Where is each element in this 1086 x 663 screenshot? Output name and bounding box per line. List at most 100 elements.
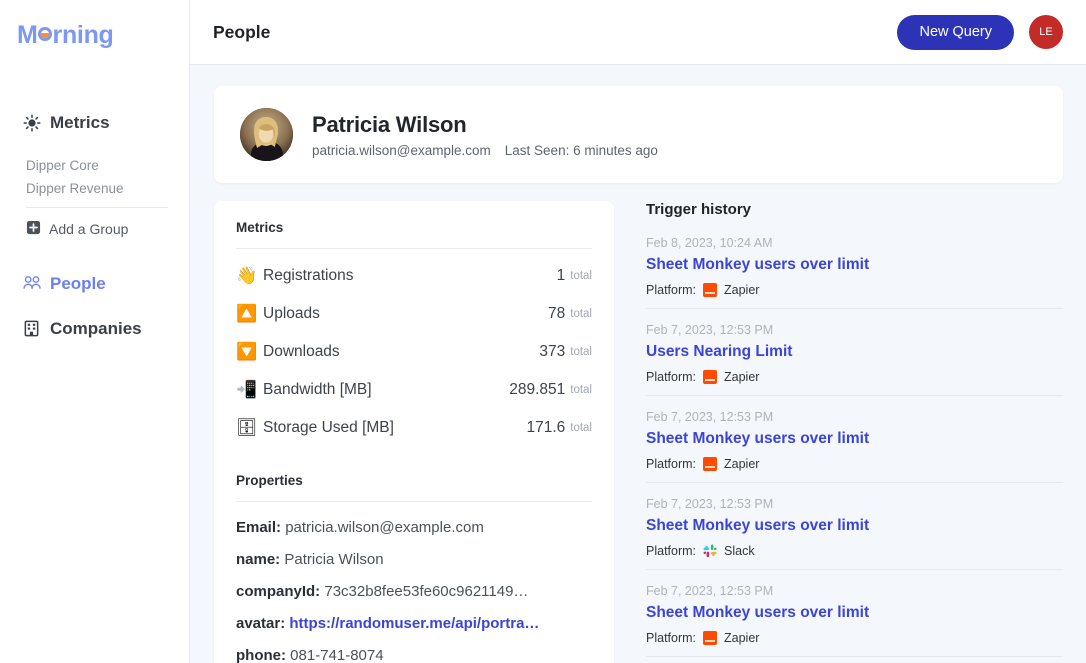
platform-label: Platform: (646, 457, 697, 471)
trigger-date: Feb 7, 2023, 12:53 PM (646, 497, 774, 511)
main-region: People New Query LE Patricia Wilson patr… (190, 0, 1086, 663)
metric-label: Bandwidth [MB] (263, 380, 372, 398)
brand-logo[interactable]: M rning (17, 18, 114, 50)
profile-text-block: Patricia Wilson patricia.wilson@example.… (312, 112, 658, 158)
trigger-history-list: Feb 8, 2023, 10:24 AM Sheet Monkey users … (646, 218, 1063, 657)
building-icon (23, 320, 41, 338)
sidebar-item-metrics[interactable]: Metrics (0, 110, 190, 136)
properties-list: Email: patricia.wilson@example.com name: … (236, 519, 592, 663)
topbar: People New Query LE (190, 0, 1086, 65)
metric-value: 1 (556, 266, 566, 284)
metric-unit: total (570, 421, 592, 434)
property-value: Patricia Wilson (284, 551, 384, 568)
trigger-title[interactable]: Sheet Monkey users over limit (646, 517, 1063, 535)
trigger-platform: Platform: Zapier (646, 631, 1063, 645)
sidebar-item-dipper-revenue[interactable]: Dipper Revenue (0, 177, 190, 200)
trigger-title[interactable]: Sheet Monkey users over limit (646, 256, 1063, 274)
brand-text-part1: M (17, 21, 38, 49)
sidebar-item-people-label: People (50, 274, 106, 293)
trigger-title[interactable]: Sheet Monkey users over limit (646, 430, 1063, 448)
property-row: Email: patricia.wilson@example.com (236, 519, 592, 536)
brand-text-part2: rning (52, 21, 114, 49)
brand-sunrise-o-icon (37, 18, 53, 43)
trigger-platform: Platform: Zapier (646, 457, 1063, 471)
metric-value: 289.851 (509, 380, 566, 398)
trigger-platform: Platform: Zapier (646, 370, 1063, 384)
profile-card: Patricia Wilson patricia.wilson@example.… (214, 86, 1063, 183)
sidebar-item-people[interactable]: People (0, 271, 190, 297)
user-avatar-badge[interactable]: LE (1029, 15, 1063, 49)
platform-name: Zapier (724, 370, 760, 384)
platform-label: Platform: (646, 631, 697, 645)
metric-unit: total (570, 307, 592, 320)
property-row: phone: 081-741-8074 (236, 647, 592, 663)
content-area: Patricia Wilson patricia.wilson@example.… (190, 65, 1086, 663)
metric-unit: total (570, 269, 592, 282)
platform-name: Slack (724, 544, 755, 558)
properties-rule (236, 501, 592, 502)
sidebar: M rning Metrics Dipper Core Dipper Reven… (0, 0, 190, 663)
metrics-list: 👋 Registrations 1 total 🔼 Uploads 78 total 🔽 Down… (236, 259, 592, 444)
sidebar-item-metrics-label: Metrics (50, 113, 110, 132)
plus-square-icon (26, 220, 41, 238)
trigger-date: Feb 7, 2023, 12:53 PM (646, 584, 774, 598)
property-value: 73c32b8fee53fe60c9621149… (324, 583, 529, 600)
file-cabinet-emoji: 🗄 (236, 418, 258, 437)
profile-avatar-photo (240, 108, 293, 161)
app-root: M rning Metrics Dipper Core Dipper Reven… (0, 0, 1086, 663)
property-key: Email: (236, 519, 282, 536)
trigger-date: Feb 7, 2023, 12:53 PM (646, 323, 774, 337)
trigger-platform: Platform: Slack (646, 544, 1063, 558)
trigger-history-item[interactable]: Feb 7, 2023, 12:53 PM Users Nearing Limit… (646, 309, 1063, 396)
property-key: name: (236, 551, 281, 568)
profile-name: Patricia Wilson (312, 111, 467, 137)
mobile-arrow-emoji: 📲 (236, 380, 258, 399)
property-row: avatar: https://randomuser.me/api/portra… (236, 615, 592, 632)
down-arrow-emoji: 🔽 (236, 342, 258, 361)
trigger-history-item[interactable]: Feb 7, 2023, 12:53 PM Sheet Monkey users … (646, 483, 1063, 570)
metric-row: 👋 Registrations 1 total (236, 259, 592, 292)
metric-value: 171.6 (526, 418, 566, 436)
property-row: companyId: 73c32b8fee53fe60c9621149… (236, 583, 592, 600)
metric-label: Uploads (263, 304, 320, 322)
sidebar-item-dipper-core[interactable]: Dipper Core (0, 154, 190, 177)
sidebar-divider (26, 207, 168, 208)
property-value[interactable]: https://randomuser.me/api/portra… (289, 615, 539, 632)
sidebar-item-companies[interactable]: Companies (0, 316, 190, 342)
zapier-icon (703, 370, 718, 384)
metric-row: 🔼 Uploads 78 total (236, 297, 592, 330)
trigger-platform: Platform: Zapier (646, 283, 1063, 297)
metric-label: Downloads (263, 342, 340, 360)
property-key: avatar: (236, 615, 286, 632)
trigger-history-item[interactable]: Feb 7, 2023, 12:53 PM Sheet Monkey users … (646, 396, 1063, 483)
zapier-icon (703, 457, 718, 471)
trigger-title[interactable]: Sheet Monkey users over limit (646, 604, 1063, 622)
page-title: People (213, 21, 271, 42)
sidebar-item-companies-label: Companies (50, 319, 142, 338)
platform-label: Platform: (646, 544, 697, 558)
metrics-rule (236, 248, 592, 249)
platform-name: Zapier (724, 631, 760, 645)
metric-unit: total (570, 383, 592, 396)
platform-name: Zapier (724, 457, 760, 471)
platform-label: Platform: (646, 370, 697, 384)
metrics-properties-card: Metrics 👋 Registrations 1 total 🔼 Uploads 78 to… (214, 201, 614, 663)
add-a-group-button[interactable]: Add a Group (0, 220, 190, 238)
metric-row: 📲 Bandwidth [MB] 289.851 total (236, 373, 592, 406)
property-value: patricia.wilson@example.com (285, 519, 484, 536)
metric-value: 373 (539, 342, 566, 360)
property-key: companyId: (236, 583, 321, 600)
trigger-title[interactable]: Users Nearing Limit (646, 343, 1063, 361)
zapier-icon (703, 283, 718, 297)
property-key: phone: (236, 647, 286, 663)
trigger-history-item[interactable]: Feb 8, 2023, 10:24 AM Sheet Monkey users … (646, 218, 1063, 309)
zapier-icon (703, 631, 718, 645)
platform-name: Zapier (724, 283, 760, 297)
profile-email: patricia.wilson@example.com (312, 142, 491, 158)
metric-value: 78 (548, 304, 566, 322)
trigger-history-item[interactable]: Feb 7, 2023, 12:53 PM Sheet Monkey users … (646, 570, 1063, 657)
people-icon (23, 275, 41, 293)
up-arrow-emoji: 🔼 (236, 304, 258, 323)
properties-section-heading: Properties (236, 473, 303, 488)
new-query-button[interactable]: New Query (897, 14, 1014, 50)
